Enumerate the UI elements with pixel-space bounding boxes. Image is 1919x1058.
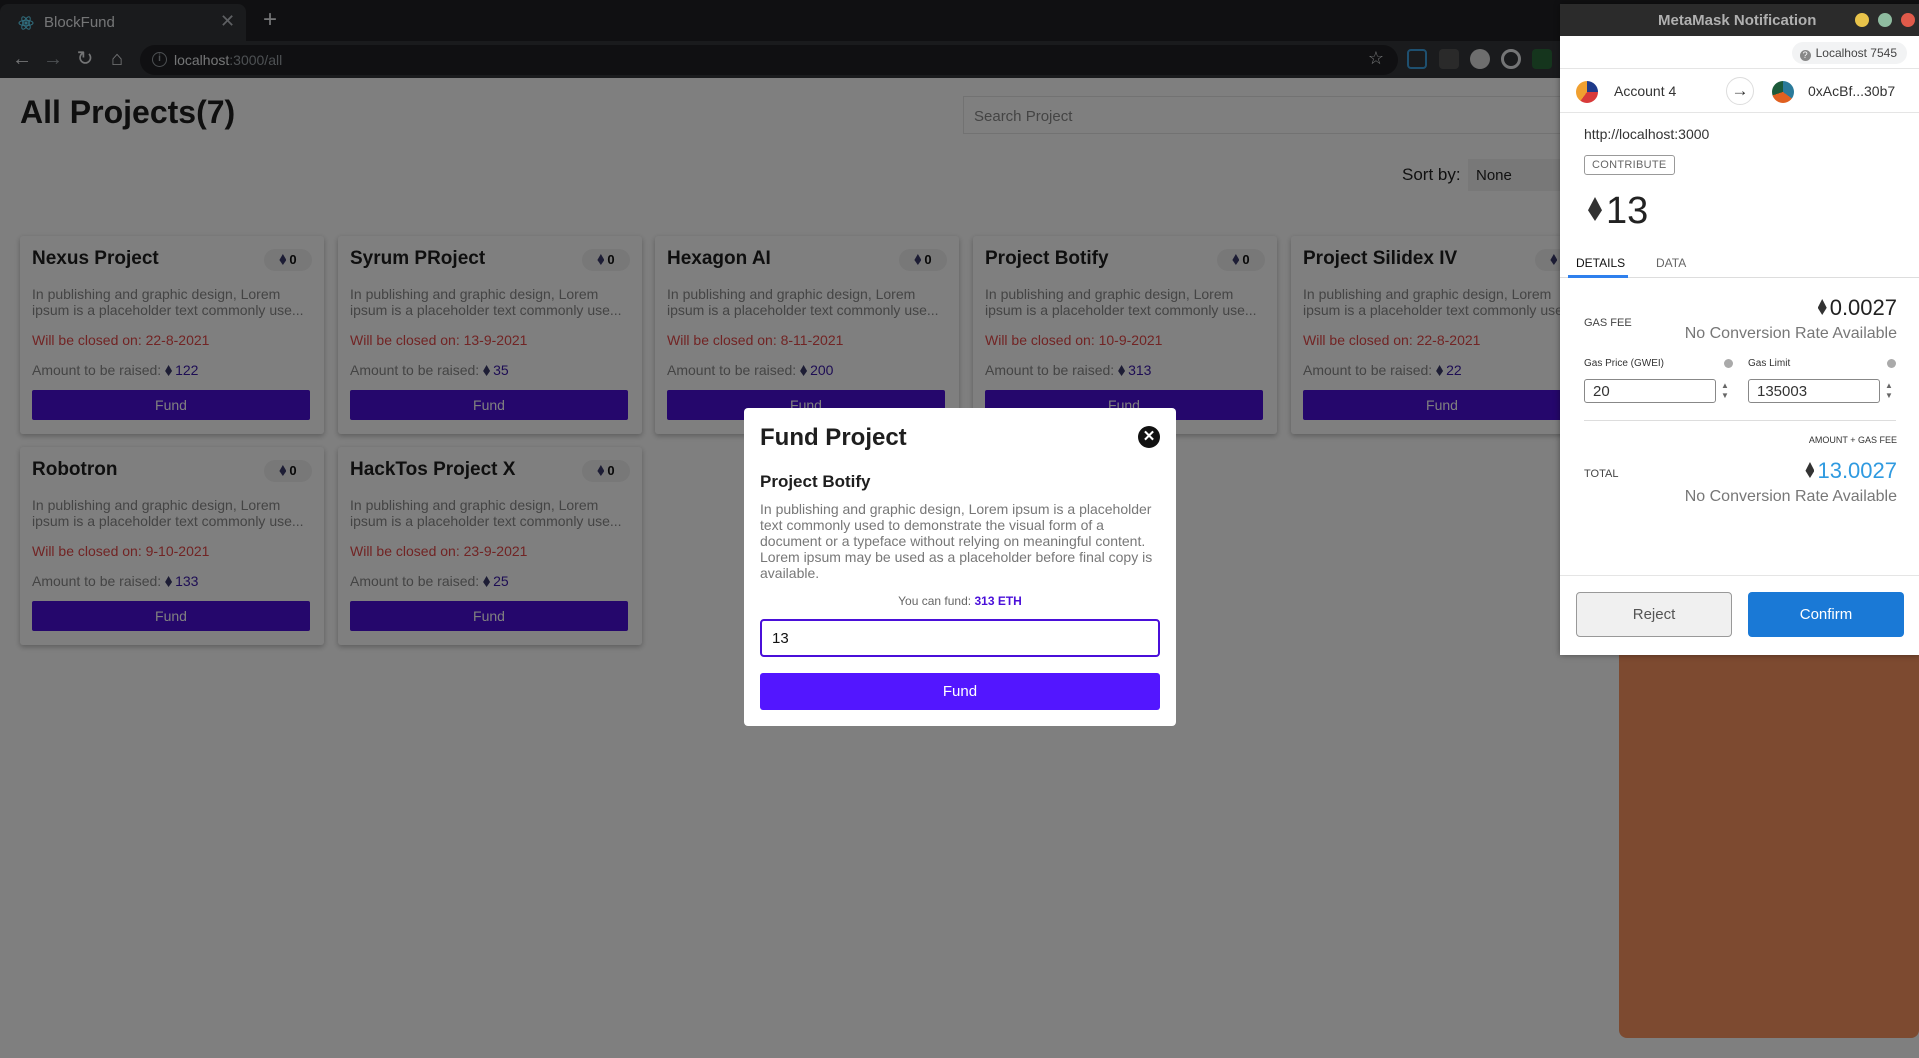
to-avatar bbox=[1772, 81, 1794, 103]
arrow-right-icon: → bbox=[1726, 77, 1754, 105]
stepper-down-icon[interactable]: ▼ bbox=[1721, 391, 1729, 401]
close-window-icon[interactable] bbox=[1901, 13, 1915, 27]
tab-details[interactable]: DETAILS bbox=[1576, 256, 1625, 270]
from-avatar bbox=[1576, 81, 1598, 103]
eth-icon bbox=[1817, 299, 1827, 315]
fund-amount-input[interactable]: 13 bbox=[760, 619, 1160, 657]
network-info-icon: ? bbox=[1799, 50, 1811, 61]
close-icon[interactable]: ✕ bbox=[1138, 426, 1160, 448]
confirm-button[interactable]: Confirm bbox=[1748, 592, 1904, 637]
tx-amount: 13 bbox=[1588, 190, 1648, 233]
modal-project-description: In publishing and graphic design, Lorem … bbox=[760, 501, 1153, 581]
active-tab-indicator bbox=[1568, 275, 1628, 278]
gas-price-info-icon[interactable] bbox=[1724, 359, 1733, 368]
divider bbox=[1584, 420, 1896, 421]
metamask-notification: MetaMask Notification ? Localhost 7545 Ac… bbox=[1560, 4, 1919, 655]
fund-project-modal: Fund Project ✕ Project Botify In publish… bbox=[744, 408, 1176, 726]
gas-price-label: Gas Price (GWEI) bbox=[1584, 358, 1665, 369]
total-value: 13.0027 bbox=[1805, 458, 1897, 484]
gas-limit-info-icon[interactable] bbox=[1887, 359, 1896, 368]
gas-limit-input[interactable]: 135003 bbox=[1748, 379, 1880, 403]
modal-title: Fund Project bbox=[760, 424, 907, 451]
total-label: TOTAL bbox=[1584, 468, 1619, 480]
total-conversion: No Conversion Rate Available bbox=[1684, 488, 1897, 505]
method-badge: CONTRIBUTE bbox=[1584, 155, 1675, 175]
metamask-window-shadow bbox=[1619, 640, 1919, 1038]
details-tabs: DETAILS DATA bbox=[1560, 246, 1919, 278]
origin-url: http://localhost:3000 bbox=[1584, 126, 1710, 142]
stepper-up-icon[interactable]: ▲ bbox=[1721, 381, 1729, 391]
gas-price-input[interactable]: 20 bbox=[1584, 379, 1716, 403]
maximize-icon[interactable] bbox=[1878, 13, 1892, 27]
account-bar: Account 4 → 0xAcBf...30b7 bbox=[1560, 68, 1919, 113]
fundable-amount: You can fund: 313 ETH bbox=[898, 594, 1022, 608]
modal-project-name: Project Botify bbox=[760, 472, 871, 491]
gas-fee-value: 0.0027 bbox=[1817, 295, 1897, 321]
metamask-titlebar: MetaMask Notification bbox=[1560, 4, 1919, 36]
stepper-up-icon[interactable]: ▲ bbox=[1885, 381, 1893, 391]
to-address[interactable]: 0xAcBf...30b7 bbox=[1808, 83, 1895, 99]
tab-data[interactable]: DATA bbox=[1656, 256, 1686, 270]
reject-button[interactable]: Reject bbox=[1576, 592, 1732, 637]
metamask-window-title: MetaMask Notification bbox=[1658, 12, 1817, 29]
gas-fee-label: GAS FEE bbox=[1584, 317, 1632, 329]
network-pill[interactable]: ? Localhost 7545 bbox=[1791, 42, 1907, 64]
gas-fee-conversion: No Conversion Rate Available bbox=[1684, 325, 1897, 342]
amount-gas-label: AMOUNT + GAS FEE bbox=[1808, 435, 1897, 445]
gas-price-stepper[interactable]: ▲ ▼ bbox=[1721, 381, 1729, 401]
minimize-icon[interactable] bbox=[1855, 13, 1869, 27]
eth-icon bbox=[1588, 197, 1602, 221]
from-account[interactable]: Account 4 bbox=[1614, 83, 1676, 99]
gas-limit-label: Gas Limit bbox=[1748, 358, 1791, 369]
modal-fund-button[interactable]: Fund bbox=[760, 673, 1160, 710]
metamask-footer: Reject Confirm bbox=[1560, 575, 1919, 655]
gas-limit-stepper[interactable]: ▲ ▼ bbox=[1885, 381, 1893, 401]
stepper-down-icon[interactable]: ▼ bbox=[1885, 391, 1893, 401]
eth-icon bbox=[1805, 462, 1815, 478]
